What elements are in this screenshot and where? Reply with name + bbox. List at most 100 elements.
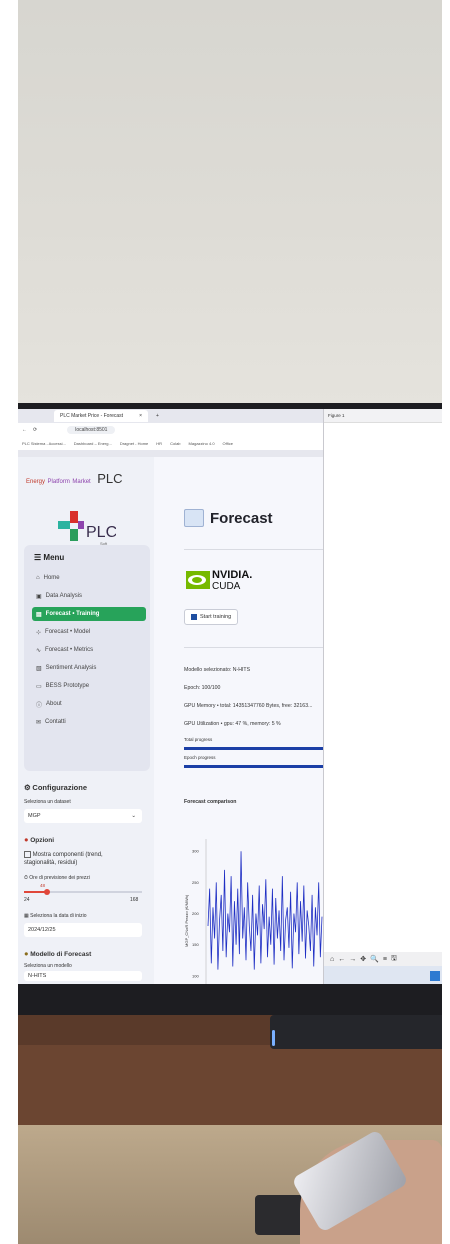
settings-icon[interactable]: ≡ (383, 956, 387, 963)
epoch-progress-bar (184, 765, 324, 768)
y-tick-label: 200 (192, 911, 199, 916)
menu-title-text: Menu (43, 553, 65, 562)
logo-word-energy: Energy (26, 479, 46, 485)
menu-item-sentiment-analysis[interactable]: ▧ Sentiment Analysis (32, 661, 146, 675)
metrics-icon: ∿ (36, 647, 42, 654)
model-section-title: ● Modello di Forecast (24, 949, 91, 958)
new-tab-button[interactable]: + (156, 413, 159, 419)
menu-item-contatti[interactable]: ✉ Contatti (32, 715, 146, 729)
series-line (207, 851, 323, 970)
page-title: Forecast (184, 509, 273, 527)
tab-title: PLC Market Price - Forecast (60, 413, 124, 419)
hours-label-row: ⏱ Ore di previsione dei prezzi (24, 875, 90, 881)
cuda-text: CUDA (212, 581, 241, 592)
date-input[interactable]: 2024/12/25 (24, 923, 142, 937)
model-title: Modello di Forecast (30, 951, 92, 958)
plc-soft-logo: PLC Soft (58, 511, 116, 546)
menu-item-label: Forecast • Metrics (45, 647, 94, 653)
config-title: Configurazione (32, 783, 87, 792)
nvidia-cuda-logo: NVIDIA. CUDA (186, 567, 276, 598)
menu-item-forecast-metrics[interactable]: ∿ Forecast • Metrics (32, 643, 146, 657)
bookmark-item[interactable]: Office (223, 441, 233, 446)
windows-logo-icon[interactable] (430, 971, 440, 981)
back-icon[interactable]: ← (22, 427, 27, 433)
home-icon[interactable]: ⌂ (330, 956, 334, 963)
home-icon: ⌂ (36, 575, 40, 581)
chart-ylabel: MGP_CNoR Prezzo (€/MWh) (184, 894, 189, 947)
chart-icon: ▣ (36, 593, 42, 600)
gpu-utilization-text: GPU Utilization • gpu: 47 %, memory: 5 % (184, 721, 281, 727)
epoch-text: Epoch: 100/100 (184, 685, 221, 691)
main-content: Forecast NVIDIA. CUDA Start training Mod… (154, 457, 324, 984)
menu-item-label: Data Analysis (45, 593, 83, 599)
dataset-select[interactable]: MGP ⌄ (24, 809, 142, 823)
chart-icon (184, 509, 204, 527)
total-progress-bar (184, 747, 324, 750)
menu-item-home[interactable]: ⌂ Home (32, 571, 146, 585)
bookmark-item[interactable]: PLC Sistema - Accessi... (22, 441, 66, 446)
menu-item-forecast-model[interactable]: ⊹ Forecast • Model (32, 625, 146, 639)
config-section-title: ⚙ Configurazione (24, 783, 87, 792)
model-select[interactable]: N-HITS (24, 971, 142, 981)
hours-label: Ore di previsione dei prezzi (29, 875, 90, 881)
y-tick-label: 250 (192, 880, 199, 885)
date-value: 2024/12/25 (28, 927, 56, 933)
bookmark-item[interactable]: Colab (170, 441, 180, 446)
url-field[interactable]: localhost:8501 (67, 425, 116, 434)
logo-word-platform: Platform (47, 479, 70, 485)
zoom-icon[interactable]: 🔍 (370, 955, 379, 963)
hours-slider-fill (24, 891, 46, 893)
bookmarks-bar: PLC Sistema - Accessi... Dashboard – Ene… (18, 436, 323, 450)
wall-background (18, 0, 442, 405)
page-title-text: Forecast (210, 509, 273, 527)
reload-icon[interactable]: ⟳ (33, 427, 37, 433)
slider-value: 48 (40, 883, 46, 888)
monitor-screen: PLC Market Price - Forecast × + ← ⟳ loca… (18, 409, 442, 984)
clock-icon: ⏱ (24, 875, 28, 881)
menu-item-label: Forecast • Model (45, 629, 91, 635)
model-selected-text: Modello selezionato: N-HITS (184, 667, 251, 673)
hours-slider-thumb[interactable] (44, 889, 50, 895)
gear-icon: ⚙ (24, 783, 31, 792)
bookmark-item[interactable]: Magazzino 4.0 (189, 441, 215, 446)
menu-item-label: About (46, 701, 62, 707)
bookmark-item[interactable]: Dragnet - Home (120, 441, 148, 446)
close-tab-icon[interactable]: × (139, 413, 142, 419)
menu-card: ☰ Menu ⌂ Home ▣ Data Analysis ▤ Forecast • … (24, 545, 150, 771)
forward-arrow-icon[interactable]: → (349, 956, 356, 963)
training-icon: ▤ (36, 611, 42, 618)
date-label-row: ▦ Seleziona la data di inizio (24, 913, 87, 919)
components-checkbox[interactable] (24, 851, 31, 858)
components-checkbox-row[interactable]: Mostra componenti (trend, stagionalità, … (24, 851, 134, 867)
forecast-comparison-title: Forecast comparison (184, 799, 237, 805)
model-label: Seleziona un modello (24, 963, 72, 969)
total-progress-fill (184, 747, 324, 750)
divider (184, 647, 324, 648)
menu-item-data-analysis[interactable]: ▣ Data Analysis (32, 589, 146, 603)
menu-item-bess-prototype[interactable]: ▭ BESS Prototype (32, 679, 146, 693)
menu-icon: ☰ (34, 553, 42, 562)
model-icon: ⊹ (36, 629, 42, 636)
start-training-button[interactable]: Start training (184, 609, 239, 625)
photo-margin-right (442, 0, 450, 1244)
logo-word-plc: PLC (97, 471, 123, 486)
menu-item-label: Home (43, 575, 60, 581)
pan-icon[interactable]: ✥ (360, 955, 366, 963)
monitor-stand (270, 1015, 442, 1049)
menu-item-about[interactable]: ⓘ About (32, 697, 146, 711)
hours-slider-track[interactable] (24, 889, 142, 895)
info-icon: ⓘ (36, 702, 43, 709)
save-icon[interactable]: 🖫 (391, 954, 397, 965)
bookmark-item[interactable]: Dashboard – Energ... (74, 441, 112, 446)
back-arrow-icon[interactable]: ← (338, 956, 345, 963)
forecast-comparison-chart: MGP_CNoR Prezzo (€/MWh) 300 250 200 150 100 (184, 839, 323, 984)
browser-tab[interactable]: PLC Market Price - Forecast × (54, 410, 148, 422)
tab-bar: PLC Market Price - Forecast × + (18, 409, 323, 423)
menu-item-forecast-training[interactable]: ▤ Forecast • Training (32, 607, 146, 621)
photo-margin-left (0, 0, 18, 1244)
options-title: Opzioni (30, 837, 55, 844)
bookmark-item[interactable]: HR (156, 441, 162, 446)
total-progress-label: Total progress (184, 737, 213, 742)
slider-max: 168 (130, 897, 139, 903)
figure-window: Figure 1 ⌂ ← → ✥ 🔍 ≡ 🖫 (323, 409, 442, 984)
